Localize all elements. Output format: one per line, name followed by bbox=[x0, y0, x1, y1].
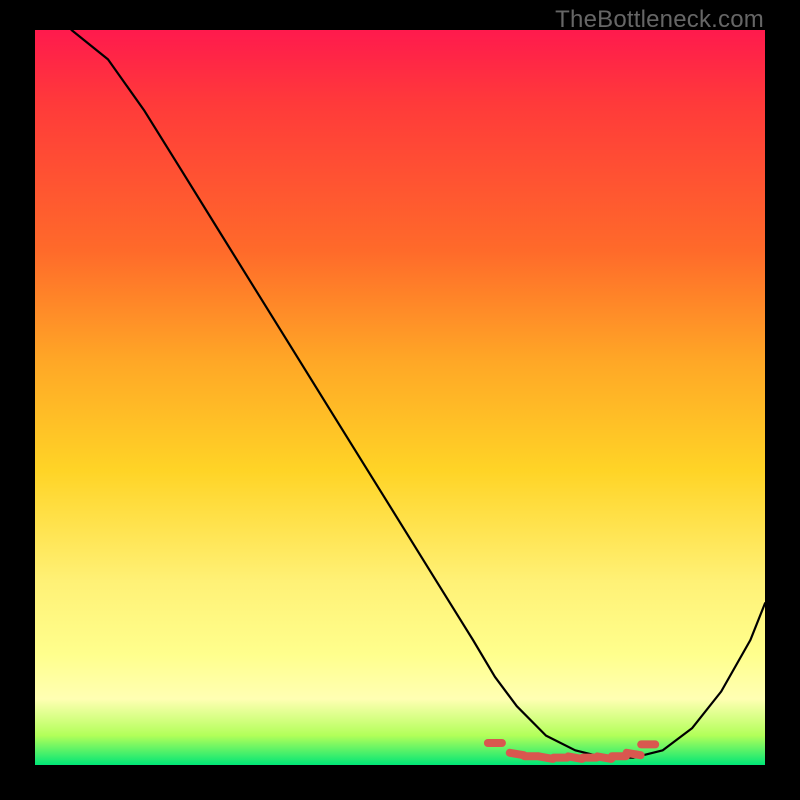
chart-frame: TheBottleneck.com bbox=[0, 0, 800, 800]
marker-group bbox=[488, 743, 655, 759]
plot-area bbox=[35, 30, 765, 765]
chart-overlay bbox=[35, 30, 765, 765]
curve-path bbox=[72, 30, 766, 758]
marker-dash bbox=[627, 753, 641, 755]
